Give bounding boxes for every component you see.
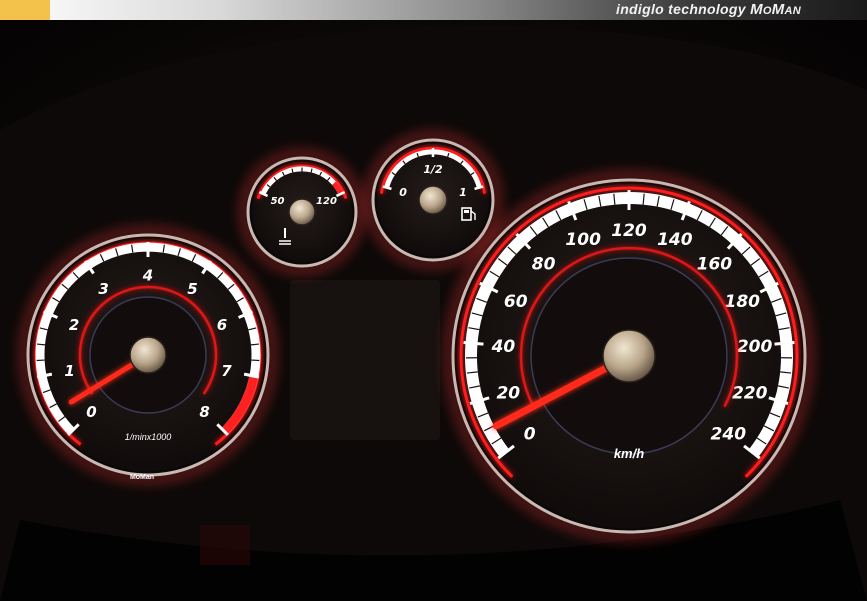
tick-label: 160 [697, 254, 733, 274]
tick-label: 120 [316, 196, 337, 207]
needle-hub [602, 329, 656, 383]
major-tick [774, 340, 795, 346]
tick-label: 8 [199, 403, 209, 421]
tick-label: 120 [611, 221, 647, 241]
tick-label: 200 [737, 337, 773, 357]
tick-label: 50 [271, 196, 285, 207]
tick-label: 0 [524, 425, 536, 445]
needle-hub [418, 185, 448, 215]
tick-label: 100 [565, 230, 601, 250]
tick-label: 1 [64, 362, 74, 380]
reflection [200, 525, 250, 565]
tick-label: 1 [459, 186, 467, 199]
tick-label: 1/2 [423, 163, 443, 176]
needle-hub [288, 198, 316, 226]
tick-label: 7 [221, 362, 232, 380]
minor-tick [36, 343, 46, 346]
tick-label: 140 [657, 230, 693, 250]
tachometer-maker-label: MoMan [130, 474, 154, 481]
tick-label: 180 [724, 292, 760, 312]
tick-label: 80 [532, 254, 556, 274]
major-tick [463, 340, 484, 346]
tick-label: 6 [217, 316, 227, 334]
tick-label: 20 [496, 383, 520, 403]
tick-label: 220 [732, 383, 768, 403]
tick-label: 5 [187, 280, 197, 298]
tachometer: 0 1 2 3 4 5 6 7 8 1/minx1000 MoMan [19, 226, 277, 484]
tick-label: 0 [86, 403, 96, 421]
tick-label: 4 [142, 266, 153, 284]
tick-label: 60 [504, 292, 528, 312]
tick-label: 3 [98, 280, 108, 298]
temperature-gauge: 50 120 [239, 149, 365, 275]
speedometer-unit-label: km/h [614, 446, 644, 461]
minor-tick [250, 343, 260, 346]
tick-label: 2 [69, 316, 79, 334]
tachometer-unit-label: 1/minx1000 [125, 432, 172, 442]
needle-hub [129, 336, 167, 374]
tick-label: 0 [399, 186, 407, 199]
instrument-cluster: 0 1 2 3 4 5 6 7 8 1/minx1000 MoMan 50 120 0 1/2 1 0 20 40 6… [0, 20, 867, 601]
speedometer: 0 20 40 6080 100 120 140160 180 200 220 240 km/h [444, 171, 814, 541]
fuel-gauge: 0 1/2 1 [364, 131, 502, 269]
tick-label: 40 [491, 337, 516, 357]
tick-label: 240 [711, 425, 747, 445]
center-display [290, 280, 440, 440]
